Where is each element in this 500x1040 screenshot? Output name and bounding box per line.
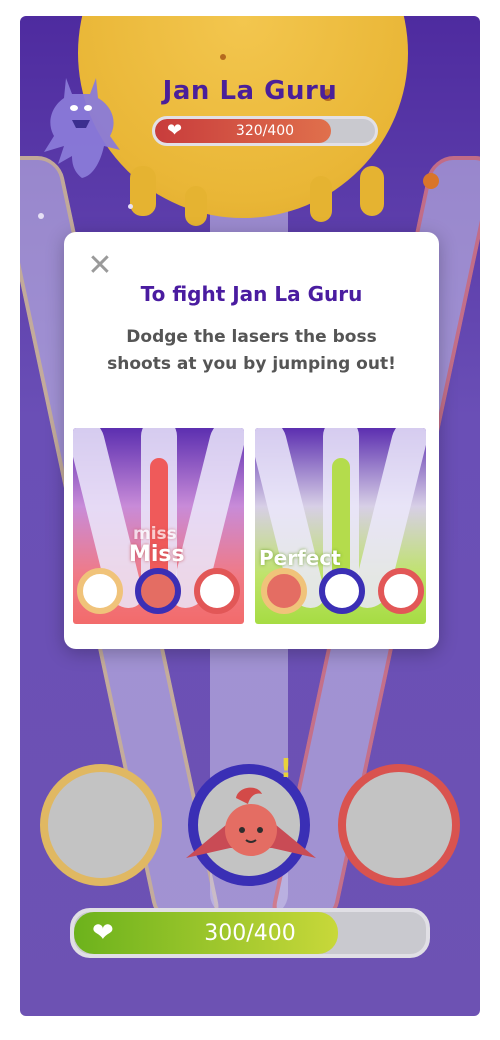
player-hp-bar: ❤ 300/400 (70, 908, 430, 958)
sun-drip (130, 166, 156, 216)
boss-hp-bar: ❤ 320/400 (152, 116, 378, 146)
player-character-icon (186, 787, 316, 858)
player-hp-text: 300/400 (204, 920, 296, 946)
exclamation-icon: ! (280, 754, 292, 784)
lane-circle-right (194, 568, 240, 614)
particle-dot (38, 213, 44, 219)
lane-circle-left-player (261, 568, 307, 614)
judgement-text-faded: miss (133, 524, 177, 544)
boss-hp-text: 320/400 (235, 123, 295, 139)
judgement-text: Perfect (259, 546, 341, 570)
lane-circle-right (378, 568, 424, 614)
sun-drip (185, 186, 207, 226)
example-perfect-panel: Perfect (255, 428, 426, 624)
lane-circle-center (319, 568, 365, 614)
judgement-text: Miss (129, 542, 185, 567)
example-miss-panel: miss Miss (73, 428, 244, 624)
sun-drip (360, 166, 384, 216)
particle-dot (128, 204, 133, 209)
sun-drip (310, 176, 332, 222)
lane-circle-left (77, 568, 123, 614)
particle-dot (423, 173, 439, 189)
lane-left-button[interactable] (40, 764, 162, 886)
particle-dot (220, 54, 226, 60)
tutorial-modal: ✕ To fight Jan La Guru Dodge the lasers … (64, 232, 439, 649)
boss-name: Jan La Guru (162, 76, 338, 106)
lane-right-button[interactable] (338, 764, 460, 886)
lane-circle-center-player (135, 568, 181, 614)
modal-description: Dodge the lasers the boss shoots at you … (107, 327, 396, 374)
close-icon[interactable]: ✕ (86, 251, 114, 281)
modal-title: To fight Jan La Guru (140, 282, 363, 306)
lane-center-button[interactable]: ! (186, 754, 316, 886)
